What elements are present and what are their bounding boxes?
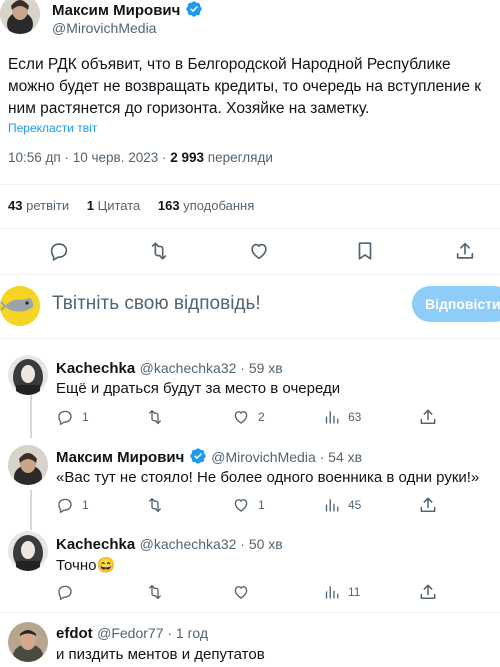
reply-author-handle[interactable]: @MirovichMedia · 54 хв [211,449,362,465]
views-icon [325,411,339,424]
views-count: 11 [348,585,361,599]
reply-avatar-image [8,622,48,662]
reply-avatar-image [8,531,48,571]
like-icon [234,411,248,424]
reply-icon[interactable] [48,240,70,262]
reply-submit-button[interactable]: Відповісти [412,286,500,322]
bookmark-icon[interactable] [354,240,376,262]
main-action-bar [0,236,500,266]
reply-avatar[interactable] [8,445,48,485]
retweet-icon [149,497,161,513]
views-count: 45 [348,498,362,512]
like-icon [234,586,248,599]
reply-action-views[interactable]: 45 [322,496,361,514]
author-name-text[interactable]: Максим Мирович [52,2,180,19]
share-icon[interactable] [418,495,438,515]
author-avatar[interactable] [0,0,40,34]
reply-icon [58,498,72,513]
retweets-stat[interactable]: 43 ретвіти [8,198,69,213]
views-icon [325,499,339,512]
reply-text: «Вас тут не стояло! Не более одного воен… [56,469,480,486]
views-count: 2 993 [170,150,205,165]
reply-header: efdot @Fedor77 · 1 год [56,625,208,643]
likes-label: уподобання [183,198,255,213]
reply-text: и пиздить ментов и депутатов [56,646,265,663]
tweet-meta: 10:56 дп · 10 черв. 2023 · 2 993 перегля… [8,150,273,165]
reply-author-name[interactable]: Kachechka [56,360,135,377]
like-count: 1 [258,498,265,512]
quotes-count: 1 [86,198,94,213]
reply-author-handle[interactable]: @kachechka32 · 50 хв [140,536,283,552]
current-user-avatar-image [0,286,40,326]
like-icon [234,499,248,512]
quotes-label: Цитата [97,198,141,213]
retweet-icon [149,409,161,425]
like-icon[interactable] [248,240,270,262]
divider [0,274,500,275]
reply-submit-label: Відповісти [425,296,500,312]
divider [0,612,500,613]
likes-stat[interactable]: 163 уподобання [158,198,254,213]
share-icon[interactable] [454,240,476,262]
reply-count: 1 [82,410,89,424]
reply-author-name[interactable]: Kachechka [56,536,135,553]
reply-header: Максим Мирович @MirovichMedia · 54 хв [56,447,362,467]
verified-badge-icon [190,448,206,464]
reply-action-like[interactable] [232,583,258,601]
reply-author-handle[interactable]: @Fedor77 · 1 год [97,625,208,641]
reply-header: Kachechka @kachechka32 · 59 хв [56,360,283,378]
reply-input[interactable]: Твітніть свою відповідь! [52,293,261,315]
reply-icon [58,585,72,600]
tweet-text: Если РДК объявит, что в Белгородской Нар… [8,56,482,117]
reply-action-retweet[interactable] [146,408,172,426]
tweet-timestamp[interactable]: 10:56 дп · 10 черв. 2023 · [8,150,170,165]
reply-avatar[interactable] [8,531,48,571]
views-count: 63 [348,410,362,424]
author-handle[interactable]: @MirovichMedia [52,20,156,36]
likes-count: 163 [157,198,180,213]
reply-action-like[interactable]: 1 [232,496,265,514]
divider [0,184,500,185]
reply-action-reply[interactable] [56,583,82,601]
thread-connector [30,490,32,530]
reply-action-views[interactable]: 11 [322,583,360,601]
views-icon [325,586,339,599]
reply-avatar[interactable] [8,622,48,662]
retweets-label: ретвіти [26,198,70,213]
like-count: 2 [258,410,265,424]
reply-avatar-image [8,355,48,395]
translate-tweet-link[interactable]: Перекласти твіт [8,121,97,135]
reply-author-handle[interactable]: @kachechka32 · 59 хв [140,360,283,376]
thread-connector [30,394,32,438]
verified-badge-icon [185,1,202,17]
author-avatar-image [0,0,40,34]
views-label: перегляди [204,150,273,165]
reply-author-name[interactable]: Максим Мирович [56,449,184,466]
reply-action-views[interactable]: 63 [322,408,361,426]
quotes-stat[interactable]: 1 Цитата [87,198,141,213]
reply-text: Ещё и драться будут за место в очереди [56,380,341,397]
reply-action-like[interactable]: 2 [232,408,265,426]
retweet-icon[interactable] [148,240,170,262]
share-icon[interactable] [418,582,438,602]
retweet-icon [149,584,161,600]
reply-action-retweet[interactable] [146,496,172,514]
retweets-count: 43 [8,198,23,213]
divider [0,228,500,229]
author-name[interactable]: Максим Мирович [52,0,203,19]
reply-action-retweet[interactable] [146,583,172,601]
reply-text: Точно😄 [56,557,116,574]
tweet-stats: 43 ретвіти 1 Цитата 163 уподобання [8,198,254,213]
reply-action-reply[interactable]: 1 [56,408,89,426]
divider [0,338,500,339]
reply-avatar-image [8,445,48,485]
reply-action-reply[interactable]: 1 [56,496,89,514]
reply-avatar[interactable] [8,355,48,395]
reply-header: Kachechka @kachechka32 · 50 хв [56,536,283,554]
reply-icon [58,410,72,425]
reply-count: 1 [82,498,89,512]
share-icon[interactable] [418,407,438,427]
reply-author-name[interactable]: efdot [56,625,93,642]
current-user-avatar[interactable] [0,286,40,326]
